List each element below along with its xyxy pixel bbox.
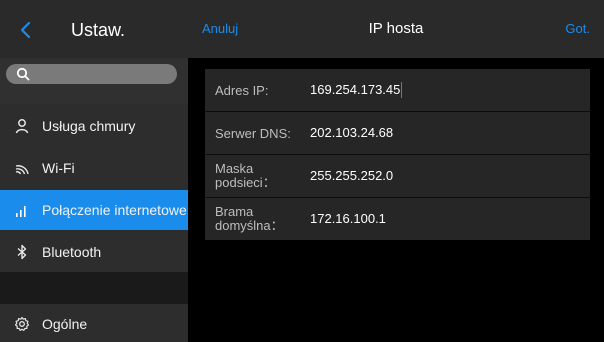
person-icon bbox=[15, 119, 29, 134]
sidebar-item-label: Wi-Fi bbox=[42, 160, 75, 176]
main-panel: Anuluj IP hosta Got. Adres IP: 169.254.1… bbox=[188, 0, 604, 342]
form-row-ip-address[interactable]: Adres IP: 169.254.173.45 bbox=[205, 69, 590, 112]
sidebar: Ustaw. Usługa chmury Wi-Fi Połączenie in… bbox=[0, 0, 188, 342]
signal-bars-icon bbox=[16, 206, 26, 217]
dns-server-field[interactable]: 202.103.24.68 bbox=[310, 125, 393, 141]
search-field[interactable] bbox=[6, 64, 177, 84]
search-icon bbox=[16, 67, 30, 81]
field-label-line: domyślna： bbox=[215, 218, 284, 233]
form-row-default-gateway[interactable]: Brama domyślna： 172.16.100.1 bbox=[205, 198, 590, 240]
page-title: IP hosta bbox=[368, 20, 424, 37]
bluetooth-icon bbox=[17, 244, 27, 260]
wifi-icon bbox=[15, 165, 29, 175]
settings-screen: Ustaw. Usługa chmury Wi-Fi Połączenie in… bbox=[0, 0, 604, 342]
field-label: Serwer DNS: bbox=[215, 126, 291, 141]
field-label-line: Brama bbox=[215, 204, 254, 219]
ip-settings-form: Adres IP: 169.254.173.45 Serwer DNS: 202… bbox=[205, 69, 590, 240]
search-input[interactable] bbox=[34, 64, 170, 84]
sidebar-item-bluetooth[interactable]: Bluetooth bbox=[0, 232, 188, 272]
sidebar-item-internet-connection[interactable]: Połączenie internetowe bbox=[0, 190, 188, 230]
main-header: Anuluj IP hosta Got. bbox=[188, 0, 604, 58]
sidebar-item-cloud-service[interactable]: Usługa chmury bbox=[0, 106, 188, 146]
sidebar-title: Ustaw. bbox=[70, 20, 126, 40]
default-gateway-field[interactable]: 172.16.100.1 bbox=[310, 211, 386, 227]
form-row-subnet-mask[interactable]: Maska podsieci： 255.255.252.0 bbox=[205, 155, 590, 198]
sidebar-item-label: Połączenie internetowe bbox=[42, 202, 187, 218]
sidebar-divider bbox=[0, 272, 188, 304]
sidebar-item-label: Usługa chmury bbox=[42, 118, 136, 134]
sidebar-header: Ustaw. bbox=[0, 0, 188, 58]
ip-address-value: 169.254.173.45 bbox=[310, 82, 401, 97]
done-button[interactable]: Got. bbox=[565, 21, 590, 37]
sidebar-item-label: Ogólne bbox=[42, 316, 88, 332]
field-label: Brama domyślna： bbox=[215, 205, 284, 233]
field-label: Adres IP: bbox=[215, 83, 269, 98]
ip-address-field[interactable]: 169.254.173.45 bbox=[310, 82, 403, 98]
field-label: Maska podsieci： bbox=[215, 162, 276, 190]
sidebar-item-wifi[interactable]: Wi-Fi bbox=[0, 148, 188, 188]
field-label-line: podsieci： bbox=[215, 175, 276, 190]
sidebar-item-label: Bluetooth bbox=[42, 244, 102, 260]
gear-icon bbox=[14, 316, 30, 331]
sidebar-group-general: Ogólne bbox=[0, 304, 188, 342]
form-row-dns-server[interactable]: Serwer DNS: 202.103.24.68 bbox=[205, 112, 590, 155]
text-cursor bbox=[401, 82, 403, 98]
field-label-line: Maska bbox=[215, 161, 254, 176]
sidebar-item-general[interactable]: Ogólne bbox=[0, 304, 188, 342]
subnet-mask-field[interactable]: 255.255.252.0 bbox=[310, 168, 393, 184]
sidebar-group-network: Usługa chmury Wi-Fi Połączenie interneto… bbox=[0, 104, 188, 272]
